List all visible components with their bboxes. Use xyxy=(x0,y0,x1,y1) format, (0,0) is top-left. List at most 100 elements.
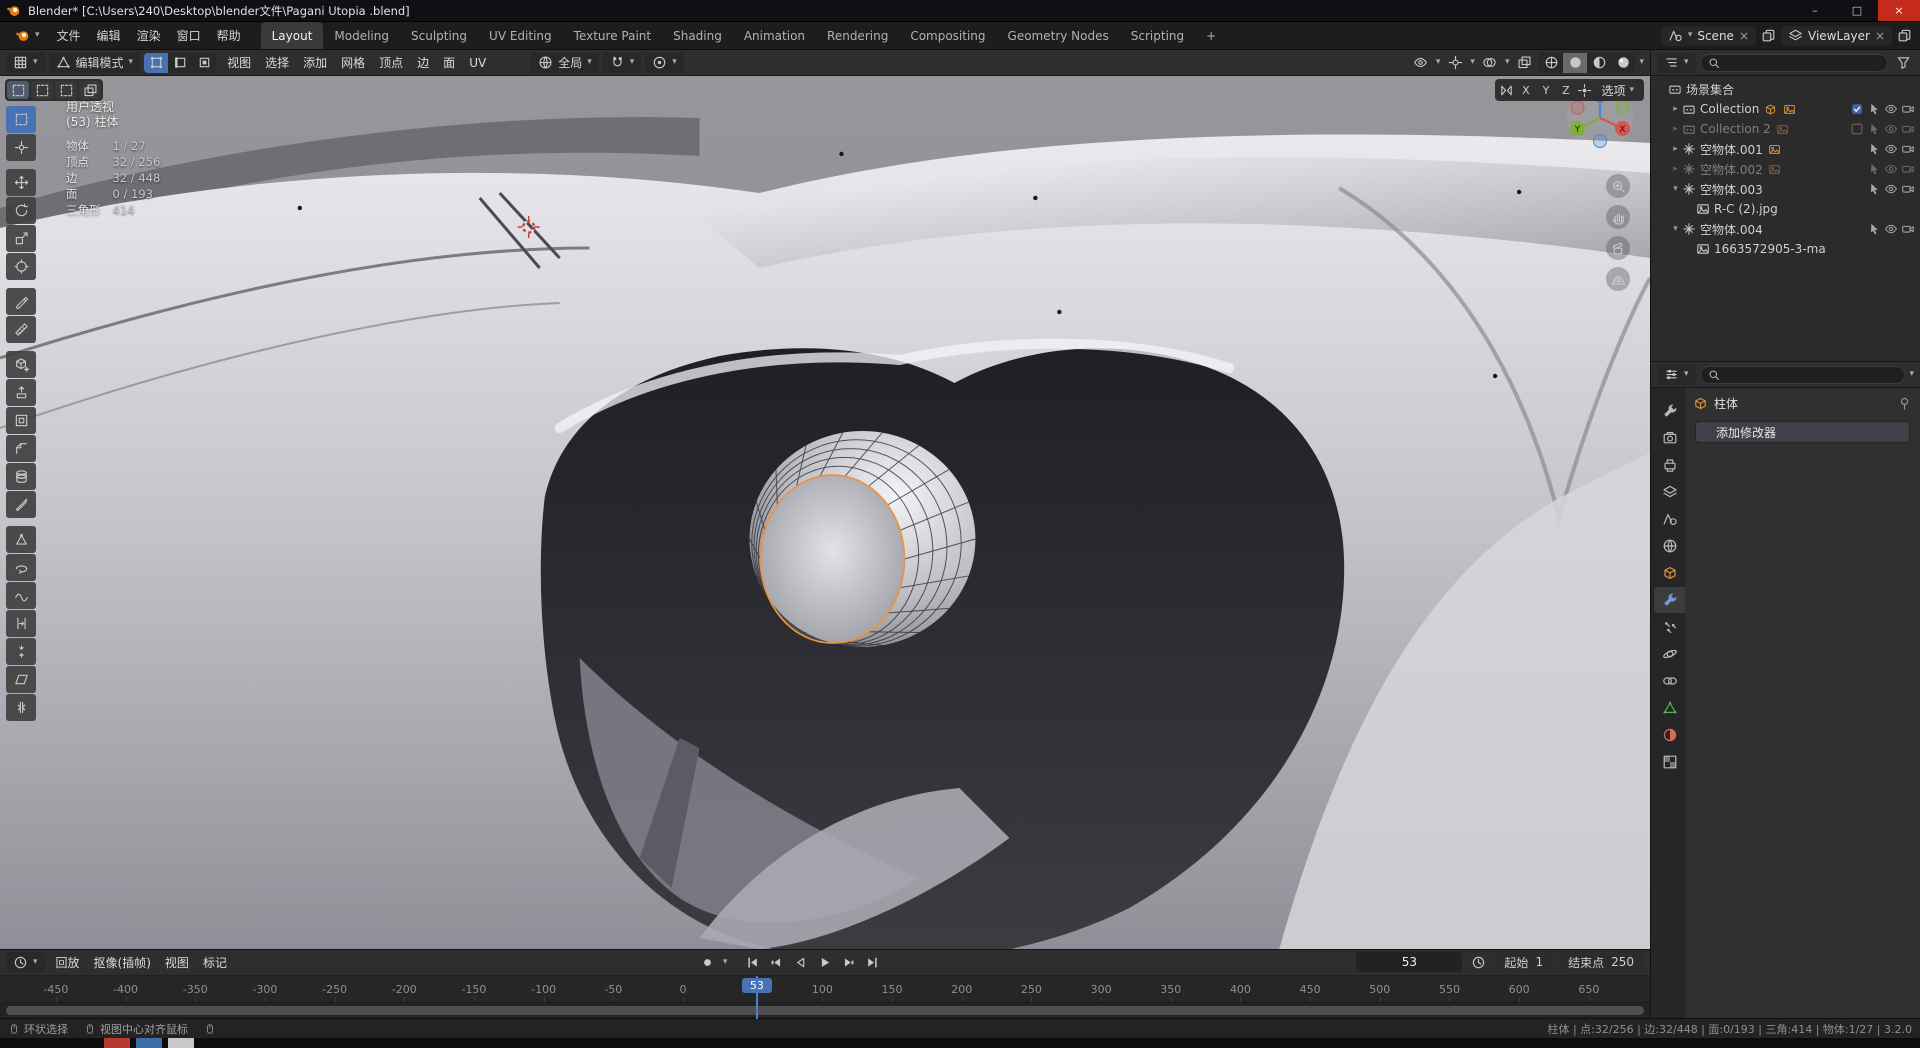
knife-tool-button[interactable] xyxy=(6,491,36,518)
viewport-menu-2[interactable]: 添加 xyxy=(296,51,334,74)
blender-menu-button[interactable]: ▾ xyxy=(8,26,47,46)
workspace-tab-modeling[interactable]: Modeling xyxy=(323,22,400,49)
camera-toggle-icon[interactable] xyxy=(1901,122,1915,136)
properties-tab-render[interactable] xyxy=(1654,425,1685,451)
viewport-menu-4[interactable]: 顶点 xyxy=(372,51,410,74)
snap-dropdown[interactable]: ▾ xyxy=(602,52,642,73)
outliner-row[interactable]: 1663572905-3-ma xyxy=(1651,239,1920,259)
toggle-xray-button[interactable] xyxy=(1513,53,1535,73)
topbar-menu-1[interactable]: 编辑 xyxy=(89,24,129,47)
wireframe-shading-button[interactable] xyxy=(1539,53,1563,73)
pointer-toggle-icon[interactable] xyxy=(1867,182,1881,196)
object-visibility-button[interactable] xyxy=(1410,53,1432,73)
viewport-menu-7[interactable]: UV xyxy=(462,53,493,73)
eye-toggle-icon[interactable] xyxy=(1884,102,1898,116)
rip-region-tool-button[interactable] xyxy=(6,694,36,721)
properties-tab-world[interactable] xyxy=(1654,533,1685,559)
add-workspace-button[interactable]: + xyxy=(1197,29,1225,43)
jump-first-button[interactable] xyxy=(741,952,763,972)
properties-tab-constraints[interactable] xyxy=(1654,668,1685,694)
disclosure-icon[interactable]: ▸ xyxy=(1669,104,1682,114)
smooth-tool-button[interactable] xyxy=(6,582,36,609)
proportional-edit-dropdown[interactable]: ▾ xyxy=(645,52,684,73)
select-intersect-button[interactable] xyxy=(79,81,101,99)
mirror-x-toggle[interactable]: X xyxy=(1517,81,1535,99)
new-scene-icon[interactable] xyxy=(1761,28,1776,43)
workspace-tab-sculpting[interactable]: Sculpting xyxy=(400,22,478,49)
unlink-scene-icon[interactable]: × xyxy=(1739,29,1749,43)
topbar-menu-2[interactable]: 渲染 xyxy=(129,24,169,47)
extrude-region-tool-button[interactable] xyxy=(6,379,36,406)
show-gizmo-button[interactable] xyxy=(1444,53,1466,73)
zoom-button[interactable] xyxy=(1606,174,1630,198)
properties-tab-view-layer[interactable] xyxy=(1654,479,1685,505)
outliner-search[interactable] xyxy=(1699,53,1888,72)
shear-tool-button[interactable] xyxy=(6,666,36,693)
viewport-menu-1[interactable]: 选择 xyxy=(258,51,296,74)
play-reverse-button[interactable] xyxy=(789,952,811,972)
timeline-editor-type-button[interactable]: ▾ xyxy=(6,952,45,973)
edge-select-button[interactable] xyxy=(168,53,192,73)
viewport-menu-0[interactable]: 视图 xyxy=(220,51,258,74)
bevel-tool-button[interactable] xyxy=(6,435,36,462)
properties-tab-modifiers[interactable] xyxy=(1654,587,1685,613)
outliner-row[interactable]: ▸ 空物体.002 xyxy=(1651,159,1920,179)
properties-editor-type-button[interactable]: ▾ xyxy=(1657,364,1696,385)
transform-orientation-dropdown[interactable]: 全局 ▾ xyxy=(531,52,599,73)
next-key-button[interactable] xyxy=(837,952,859,972)
move-tool-button[interactable] xyxy=(6,169,36,196)
scene-selector[interactable]: ▾ Scene × xyxy=(1660,25,1756,46)
auto-keying-button[interactable] xyxy=(697,952,719,972)
preview-range-button[interactable] xyxy=(1467,952,1489,972)
viewport-3d[interactable]: X Y Z 选项 ▾ 用户透视 (53) 柱体 物体 1 / 27 顶点 32 / 2… xyxy=(0,76,1650,949)
timeline-scrollbar[interactable] xyxy=(0,1003,1650,1018)
outliner-row[interactable]: ▾ 空物体.004 xyxy=(1651,219,1920,239)
disclosure-icon[interactable]: ▸ xyxy=(1669,124,1682,134)
topbar-menu-3[interactable]: 窗口 xyxy=(169,24,209,47)
camera-toggle-icon[interactable] xyxy=(1901,182,1915,196)
pointer-toggle-icon[interactable] xyxy=(1867,162,1881,176)
rendered-shading-button[interactable] xyxy=(1611,53,1635,73)
pointer-toggle-icon[interactable] xyxy=(1867,102,1881,116)
timeline-ruler[interactable]: -450 -400 -350 -300 -250 -200 -150 -100 -50 0 100 1… xyxy=(0,975,1650,1004)
viewport-menu-6[interactable]: 面 xyxy=(436,51,462,74)
select-subtract-button[interactable] xyxy=(55,81,77,99)
camera-view-button[interactable] xyxy=(1606,236,1630,260)
add-cube-tool-button[interactable] xyxy=(6,351,36,378)
properties-tab-particles[interactable] xyxy=(1654,614,1685,640)
workspace-tab-texture-paint[interactable]: Texture Paint xyxy=(563,22,662,49)
frame-start-field[interactable]: 起始 1 xyxy=(1494,952,1554,973)
checkbox-toggle-icon[interactable] xyxy=(1850,102,1864,116)
scale-tool-button[interactable] xyxy=(6,225,36,252)
face-select-button[interactable] xyxy=(192,53,216,73)
show-overlays-button[interactable] xyxy=(1479,53,1501,73)
spin-tool-button[interactable] xyxy=(6,554,36,581)
measure-tool-button[interactable] xyxy=(6,316,36,343)
viewport-canvas[interactable] xyxy=(0,76,1650,949)
workspace-tab-scripting[interactable]: Scripting xyxy=(1120,22,1195,49)
taskbar-icon[interactable] xyxy=(136,1038,162,1048)
toggle-ortho-button[interactable] xyxy=(1606,267,1630,291)
properties-tab-tool[interactable] xyxy=(1654,398,1685,424)
edge-slide-tool-button[interactable] xyxy=(6,610,36,637)
select-set-button[interactable] xyxy=(7,81,29,99)
new-view-layer-icon[interactable] xyxy=(1897,28,1912,43)
frame-end-field[interactable]: 结束点 250 xyxy=(1558,952,1644,973)
properties-tab-data[interactable] xyxy=(1654,695,1685,721)
timeline-menu-3[interactable]: 标记 xyxy=(196,951,234,974)
select-extend-button[interactable] xyxy=(31,81,53,99)
workspace-tab-compositing[interactable]: Compositing xyxy=(899,22,996,49)
tool-options-dropdown[interactable]: 选项 ▾ xyxy=(1595,81,1640,99)
editor-type-button[interactable]: ▾ xyxy=(6,52,45,73)
outliner-row[interactable]: ▸ Collection xyxy=(1651,99,1920,119)
pointer-toggle-icon[interactable] xyxy=(1867,222,1881,236)
maximize-button[interactable]: □ xyxy=(1836,0,1878,21)
camera-toggle-icon[interactable] xyxy=(1901,102,1915,116)
properties-tab-scene[interactable] xyxy=(1654,506,1685,532)
mode-selector[interactable]: 编辑模式 ▾ xyxy=(48,52,141,73)
disclosure-icon[interactable]: ▾ xyxy=(1669,184,1682,194)
camera-toggle-icon[interactable] xyxy=(1901,142,1915,156)
pointer-toggle-icon[interactable] xyxy=(1867,122,1881,136)
view-layer-selector[interactable]: ViewLayer × xyxy=(1781,25,1892,46)
disclosure-icon[interactable]: ▸ xyxy=(1669,164,1682,174)
